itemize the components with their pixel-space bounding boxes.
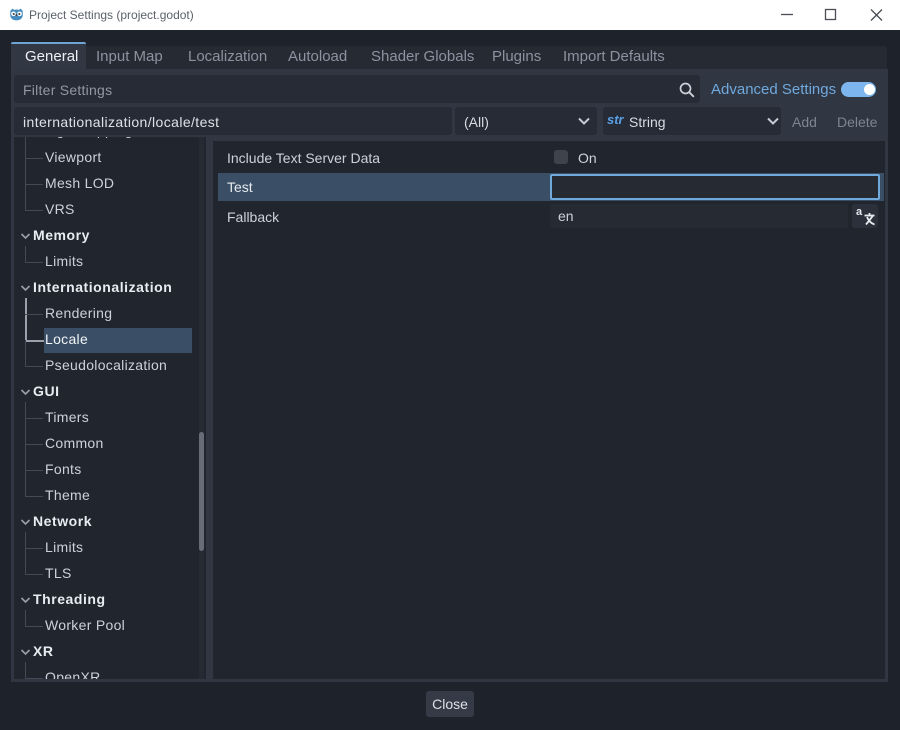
- svg-text:a: a: [856, 206, 863, 218]
